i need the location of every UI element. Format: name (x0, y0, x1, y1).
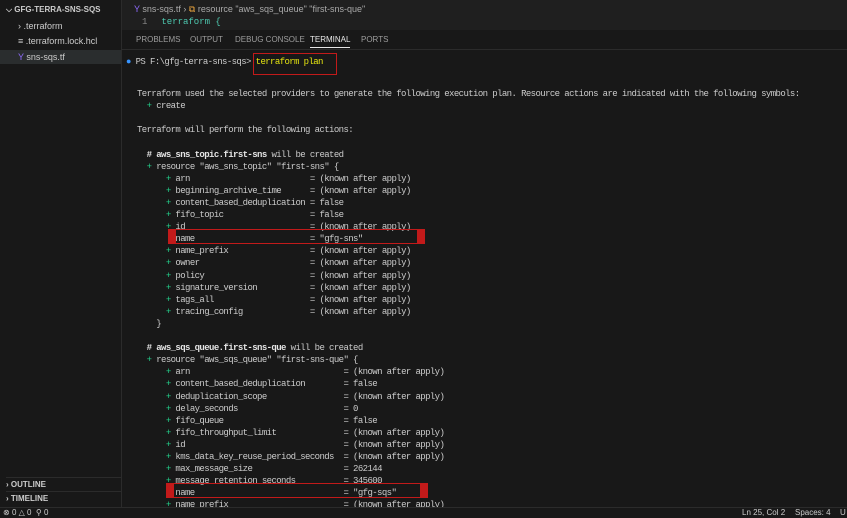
tab-terminal[interactable]: TERMINAL (310, 35, 351, 48)
file-terraform-folder[interactable]: › .terraform (0, 19, 121, 33)
file-lines-icon: ≡ (18, 36, 24, 46)
attribute-line: + fifo_topic = false (165, 210, 344, 220)
attribute-line: + tags_all = (known after apply) (165, 294, 411, 305)
attribute-line: + beginning_archive_time = (known after … (165, 185, 411, 196)
panel-tabs: PROBLEMS OUTPUT DEBUG CONSOLE TERMINAL P… (122, 30, 847, 50)
tab-problems[interactable]: PROBLEMS (136, 35, 180, 44)
outline-section[interactable]: › OUTLINE (6, 477, 127, 491)
terminal-line: + create (146, 101, 186, 112)
attribute-line: + deduplication_scope = (known after app… (165, 391, 445, 402)
outline-label: OUTLINE (10, 480, 46, 489)
attribute-line: + arn = (known after apply) (165, 173, 411, 184)
resource-header: # aws_sns_topic.first-sns will be create… (146, 149, 344, 160)
breadcrumb-file[interactable]: sns-sqs.tf (142, 4, 181, 14)
line-number: 1 (142, 17, 148, 27)
resource-line: + resource "aws_sns_topic" "first-sns" { (146, 161, 340, 172)
attribute-line: + fifo_throughput_limit = (known after a… (165, 427, 445, 438)
ports-count: 0 (44, 508, 49, 517)
tab-debug-console[interactable]: DEBUG CONSOLE (235, 35, 305, 44)
tab-output[interactable]: OUTPUT (190, 35, 223, 44)
error-count: 0 (11, 508, 17, 517)
terminal-line: Terraform used the selected providers to… (137, 89, 800, 99)
closing-brace: } (137, 318, 162, 329)
attribute-line: + arn = (known after apply) (165, 367, 445, 378)
name-highlight-box (166, 483, 428, 499)
attribute-line: + name_prefix = (known after apply) (165, 246, 411, 257)
status-bar: ⊗ 0 △ 0 ⚲ 0 Ln 25, Col 2 Spaces: 4 U (0, 507, 847, 517)
attribute-line: + owner = (known after apply) (165, 258, 411, 269)
terraform-icon: Y (134, 4, 140, 14)
attribute-line: + delay_seconds = 0 (165, 403, 359, 414)
timeline-section[interactable]: › TIMELINE (6, 491, 127, 505)
warning-count: 0 (27, 508, 32, 517)
line-code: terraform { (161, 17, 221, 27)
attribute-line: + content_based_deduplication = false (165, 379, 378, 390)
attribute-line: + fifo_queue = false (165, 415, 378, 426)
resource-header: # aws_sqs_queue.first-sns-que will be cr… (146, 343, 364, 354)
code-line[interactable]: 1 terraform { (142, 17, 221, 27)
attribute-line: + signature_version = (known after apply… (165, 282, 411, 293)
name-highlight-box (168, 229, 425, 245)
attribute-line: + content_based_deduplication = false (165, 197, 344, 208)
prompt-dot-icon: ● (126, 57, 131, 67)
explorer-sidebar: ⌵ GFG-TERRA-SNS-SQS › .terraform ≡ .terr… (0, 0, 127, 507)
breadcrumb-symbol[interactable]: resource "aws_sqs_queue" "first-sns-que" (198, 4, 365, 14)
terminal-output[interactable]: ● PS F:\gfg-terra-sns-sqs> terraform pla… (122, 50, 847, 510)
terraform-icon: Y (18, 52, 24, 62)
attribute-line: + id = (known after apply) (165, 439, 445, 450)
attribute-line: + kms_data_key_reuse_period_seconds = (k… (165, 452, 445, 462)
editor-area: Y sns-sqs.tf › ⧉ resource "aws_sqs_queue… (122, 0, 847, 510)
file-label: .terraform.lock.hcl (25, 36, 98, 46)
attribute-line: + tracing_config = (known after apply) (165, 306, 411, 317)
command-highlight (253, 53, 337, 75)
file-sns-sqs-tf[interactable]: Y sns-sqs.tf (0, 50, 121, 64)
symbol-icon: ⧉ (188, 4, 196, 14)
timeline-label: TIMELINE (10, 494, 49, 503)
resource-line: + resource "aws_sqs_queue" "first-sns-qu… (146, 355, 359, 366)
breadcrumb[interactable]: Y sns-sqs.tf › ⧉ resource "aws_sqs_queue… (134, 4, 365, 15)
project-name: GFG-TERRA-SNS-SQS (14, 5, 101, 14)
file-label: .terraform (23, 21, 63, 31)
ports-icon: ⚲ (35, 508, 42, 517)
attribute-line: + max_message_size = 262144 (165, 464, 383, 475)
file-lock-hcl[interactable]: ≡ .terraform.lock.hcl (0, 34, 121, 48)
terminal-line: Terraform will perform the following act… (137, 125, 354, 136)
tab-ports[interactable]: PORTS (361, 35, 388, 44)
project-folder[interactable]: ⌵ GFG-TERRA-SNS-SQS (6, 3, 127, 17)
attribute-line: + policy = (known after apply) (165, 270, 411, 281)
file-label: sns-sqs.tf (26, 52, 65, 62)
